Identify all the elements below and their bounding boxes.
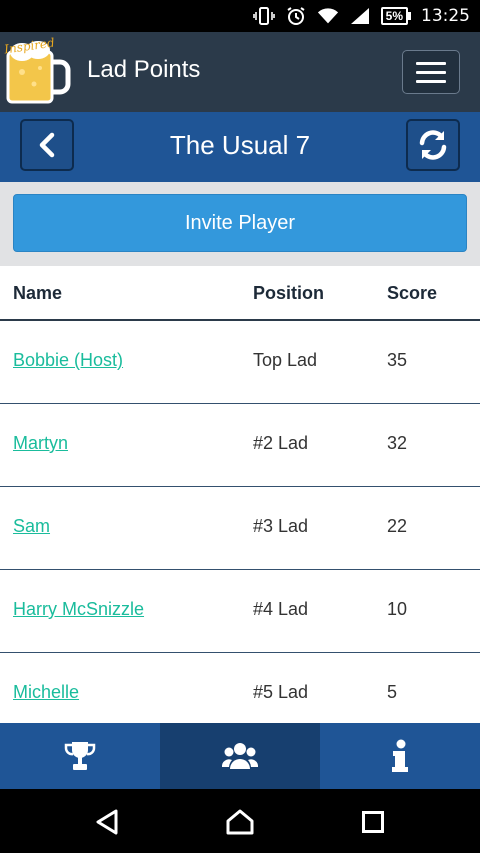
player-score: 35 <box>387 350 408 370</box>
battery-icon: 5% <box>380 7 411 25</box>
app-bar: Inspired Lad Points <box>0 32 480 112</box>
player-name-link[interactable]: Michelle <box>13 682 79 703</box>
table-header: Name Position Score <box>0 266 480 321</box>
nav-back-button[interactable] <box>92 807 122 837</box>
triangle-back-icon <box>96 809 118 835</box>
header-score: Score <box>387 283 438 303</box>
nav-recents-button[interactable] <box>358 807 388 837</box>
player-position: #4 Lad <box>253 599 309 619</box>
player-score: 5 <box>387 682 398 702</box>
signal-icon <box>349 6 371 26</box>
player-position: #5 Lad <box>253 682 309 702</box>
square-recents-icon <box>362 811 384 833</box>
player-score: 32 <box>387 433 408 453</box>
tab-leaderboard[interactable] <box>0 723 160 789</box>
header-name: Name <box>13 283 63 303</box>
tab-group[interactable] <box>160 723 320 789</box>
table-row: Sam #3 Lad 22 <box>0 487 480 570</box>
players-table: Name Position Score Bobbie (Host) Top La… <box>0 266 480 736</box>
player-name-link[interactable]: Martyn <box>13 433 68 454</box>
trophy-icon <box>64 742 96 770</box>
vibrate-icon <box>252 6 275 26</box>
invite-section: Invite Player <box>0 182 480 266</box>
player-position: #3 Lad <box>253 516 309 536</box>
clock: 13:25 <box>421 6 470 26</box>
nav-home-button[interactable] <box>225 807 255 837</box>
home-icon <box>226 809 254 835</box>
status-bar: 5% 13:25 <box>0 0 480 32</box>
wifi-icon <box>317 6 339 26</box>
player-score: 22 <box>387 516 408 536</box>
app-title: Lad Points <box>87 56 201 83</box>
group-icon <box>222 743 258 769</box>
player-position: #2 Lad <box>253 433 309 453</box>
info-icon <box>392 739 408 772</box>
alarm-icon <box>285 6 307 26</box>
android-nav-bar <box>0 789 480 853</box>
player-position: Top Lad <box>253 350 318 370</box>
table-row: Martyn #2 Lad 32 <box>0 404 480 487</box>
table-row: Harry McSnizzle #4 Lad 10 <box>0 570 480 653</box>
battery-percent: 5% <box>380 7 408 25</box>
beer-mug-logo: Inspired <box>2 36 72 108</box>
group-header: The Usual 7 <box>0 112 480 182</box>
invite-player-button[interactable]: Invite Player <box>13 194 467 252</box>
player-name-link[interactable]: Bobbie (Host) <box>13 350 123 371</box>
menu-icon <box>416 61 446 65</box>
table-row: Bobbie (Host) Top Lad 35 <box>0 321 480 404</box>
player-name-link[interactable]: Sam <box>13 516 50 537</box>
hamburger-menu-button[interactable] <box>402 50 460 94</box>
chevron-left-icon <box>39 132 55 158</box>
refresh-button[interactable] <box>406 119 460 171</box>
header-position: Position <box>253 283 324 303</box>
tab-info[interactable] <box>320 723 480 789</box>
bottom-tab-bar <box>0 723 480 789</box>
refresh-icon <box>419 130 447 160</box>
player-score: 10 <box>387 599 408 619</box>
player-name-link[interactable]: Harry McSnizzle <box>13 599 144 620</box>
group-title: The Usual 7 <box>169 130 311 160</box>
back-button[interactable] <box>20 119 74 171</box>
